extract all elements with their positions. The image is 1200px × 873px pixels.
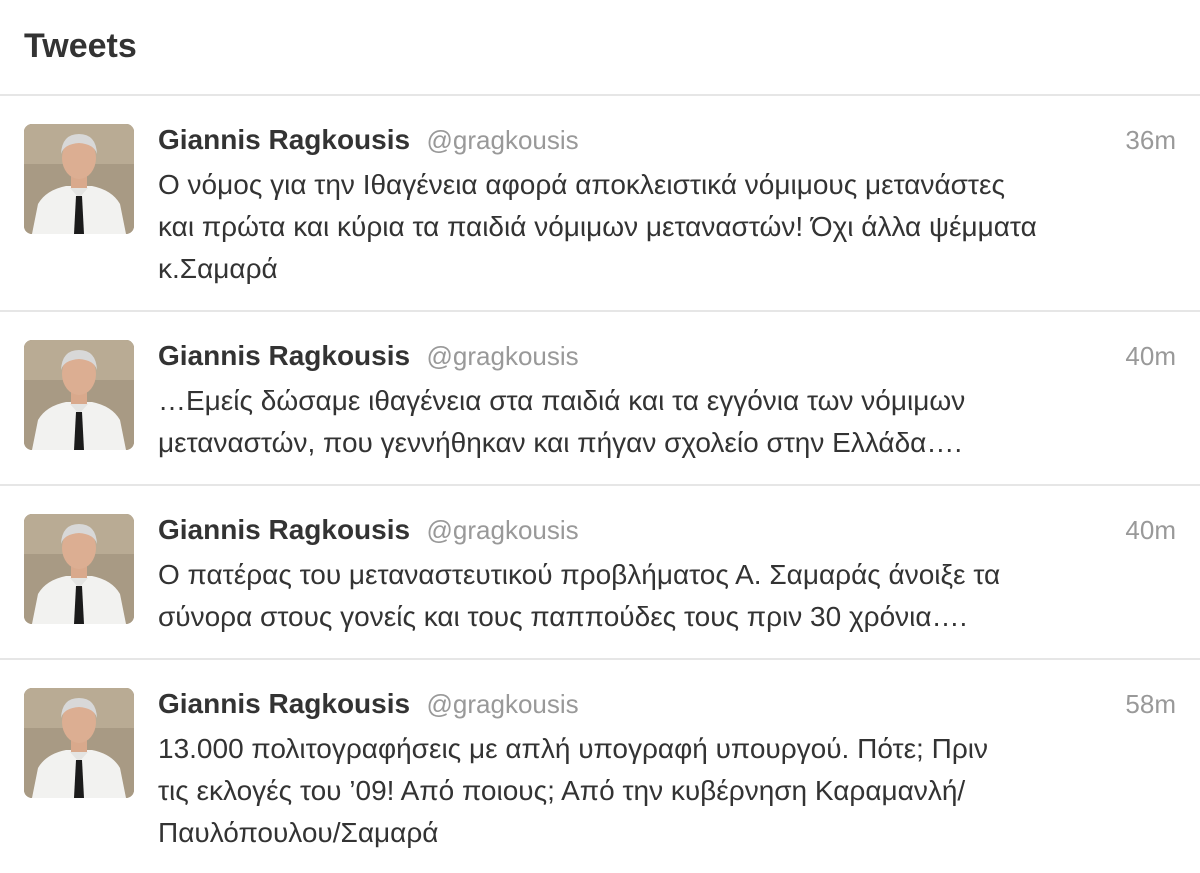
tweet-header: Giannis Ragkousis @gragkousis 40m [158, 336, 1176, 376]
stream-header: Tweets [0, 0, 1200, 96]
tweet-content: Giannis Ragkousis @gragkousis 58m 13.000… [158, 684, 1176, 854]
author-username[interactable]: @gragkousis [427, 515, 579, 545]
tweet-content: Giannis Ragkousis @gragkousis 40m Ο πατέ… [158, 510, 1176, 638]
author-fullname[interactable]: Giannis Ragkousis [158, 688, 410, 719]
author-username[interactable]: @gragkousis [427, 341, 579, 371]
avatar[interactable] [24, 514, 134, 624]
author-fullname[interactable]: Giannis Ragkousis [158, 514, 410, 545]
tweet-text: Ο νόμος για την Ιθαγένεια αφορά αποκλεισ… [158, 169, 1037, 284]
tweet-item[interactable]: Giannis Ragkousis @gragkousis 40m …Εμείς… [0, 312, 1200, 486]
tweet-timestamp[interactable]: 40m [1125, 336, 1176, 376]
avatar[interactable] [24, 340, 134, 450]
tweet-item[interactable]: Giannis Ragkousis @gragkousis 58m 13.000… [0, 660, 1200, 873]
avatar-photo-icon [24, 124, 134, 234]
tweet-timestamp[interactable]: 36m [1125, 120, 1176, 160]
author-username[interactable]: @gragkousis [427, 125, 579, 155]
tweet-header: Giannis Ragkousis @gragkousis 36m [158, 120, 1176, 160]
tweet-item[interactable]: Giannis Ragkousis @gragkousis 36m Ο νόμο… [0, 96, 1200, 312]
tweet-timestamp[interactable]: 40m [1125, 510, 1176, 550]
tweet-content: Giannis Ragkousis @gragkousis 36m Ο νόμο… [158, 120, 1176, 290]
tweet-timestamp[interactable]: 58m [1125, 684, 1176, 724]
tweets-stream: Tweets Giannis Ragkousis @gragkousis 36m… [0, 0, 1200, 873]
avatar-photo-icon [24, 514, 134, 624]
avatar[interactable] [24, 688, 134, 798]
avatar-photo-icon [24, 340, 134, 450]
tweet-text: …Εμείς δώσαμε ιθαγένεια στα παιδιά και τ… [158, 385, 966, 458]
tweet-header: Giannis Ragkousis @gragkousis 40m [158, 510, 1176, 550]
author-fullname[interactable]: Giannis Ragkousis [158, 340, 410, 371]
avatar[interactable] [24, 124, 134, 234]
tweet-text: 13.000 πολιτογραφήσεις με απλή υπογραφή … [158, 733, 988, 848]
tweet-text: Ο πατέρας του μεταναστευτικού προβλήματο… [158, 559, 1001, 632]
author-username[interactable]: @gragkousis [427, 689, 579, 719]
stream-title: Tweets [24, 27, 137, 65]
tweet-header: Giannis Ragkousis @gragkousis 58m [158, 684, 1176, 724]
tweet-item[interactable]: Giannis Ragkousis @gragkousis 40m Ο πατέ… [0, 486, 1200, 660]
author-fullname[interactable]: Giannis Ragkousis [158, 124, 410, 155]
avatar-photo-icon [24, 688, 134, 798]
tweet-content: Giannis Ragkousis @gragkousis 40m …Εμείς… [158, 336, 1176, 464]
